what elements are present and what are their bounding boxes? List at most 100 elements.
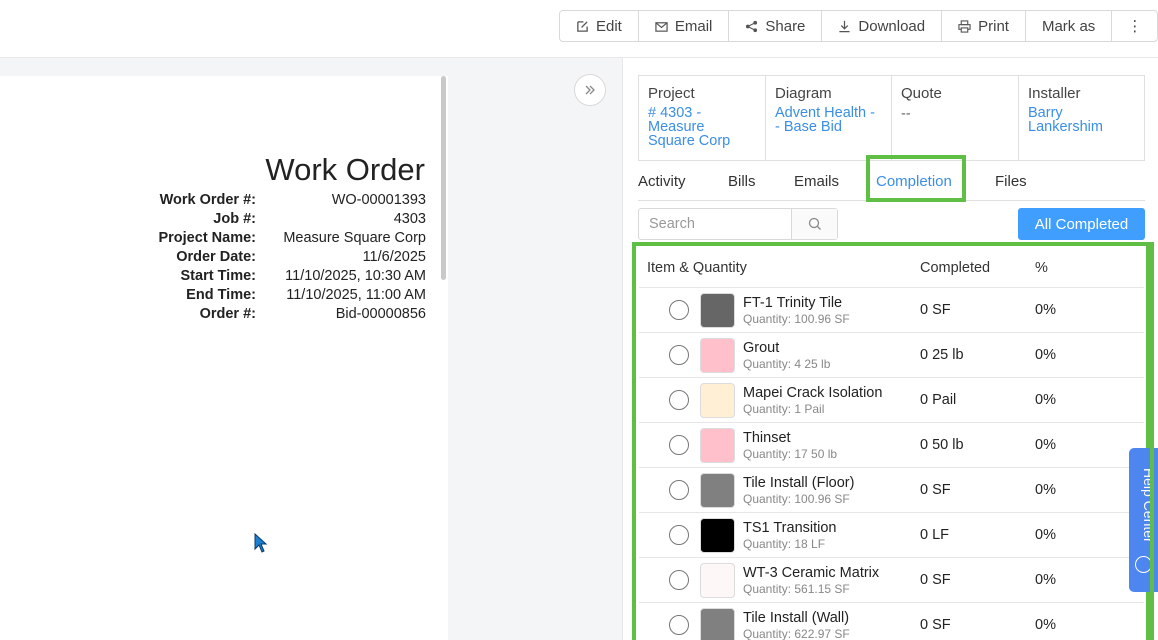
more-options-button[interactable]: ⋮: [1112, 11, 1157, 41]
complete-radio[interactable]: [669, 615, 689, 635]
table-row: WT-3 Ceramic Matrix Quantity: 561.15 SF 0 …: [639, 558, 1144, 603]
complete-radio[interactable]: [669, 525, 689, 545]
table-header: Item & Quantity Completed %: [639, 248, 1144, 288]
search-input[interactable]: [639, 209, 791, 239]
item-completed: 0 LF: [920, 527, 950, 543]
work-order-field-label: Order Date:: [176, 248, 256, 265]
item-color-swatch: [700, 562, 735, 598]
installer-cell: Installer Barry Lankershim: [1019, 76, 1144, 160]
share-icon: [746, 20, 758, 32]
item-completed: 0 Pail: [920, 392, 957, 408]
item-color-swatch: [700, 427, 735, 463]
share-button[interactable]: Share: [729, 11, 823, 41]
item-quantity: Quantity: 17 50 lb: [743, 446, 838, 461]
quote-cell: Quote --: [892, 76, 1019, 160]
table-body: FT-1 Trinity Tile Quantity: 100.96 SF 0 SF…: [639, 288, 1144, 640]
work-order-field-row: Work Order #: WO-00001393: [130, 190, 426, 209]
download-icon: [839, 20, 851, 32]
complete-radio[interactable]: [669, 390, 689, 410]
double-chevron-right-icon: [585, 85, 595, 95]
search-button[interactable]: [791, 209, 837, 239]
all-completed-button[interactable]: All Completed: [1018, 208, 1145, 240]
item-quantity: Quantity: 18 LF: [743, 536, 826, 551]
edit-icon: [577, 20, 588, 32]
tab-emails[interactable]: Emails: [794, 173, 839, 190]
complete-radio[interactable]: [669, 345, 689, 365]
work-order-field-value: WO-00001393: [331, 191, 426, 208]
item-name: Thinset: [743, 429, 791, 446]
complete-radio[interactable]: [669, 570, 689, 590]
collapse-panel-button[interactable]: [574, 74, 606, 106]
item-percent: 0%: [1035, 617, 1056, 633]
item-completed: 0 25 lb: [920, 347, 964, 363]
mark-as-label: Mark as: [1041, 17, 1096, 35]
table-row: Mapei Crack Isolation Quantity: 1 Pail 0 P…: [639, 378, 1144, 423]
work-order-field-value: Bid-00000856: [335, 305, 426, 322]
work-order-field-value: 4303: [393, 210, 426, 227]
email-button[interactable]: Email: [639, 11, 730, 41]
tab-bills[interactable]: Bills: [728, 173, 756, 190]
item-completed: 0 SF: [920, 302, 951, 318]
item-name: WT-3 Ceramic Matrix: [743, 564, 880, 581]
item-text: FT-1 Trinity Tile Quantity: 100.96 SF: [743, 295, 920, 326]
item-name: Mapei Crack Isolation: [743, 384, 883, 401]
item-quantity: Quantity: 561.15 SF: [743, 581, 850, 596]
item-completed: 0 SF: [920, 572, 951, 588]
work-order-field-label: Start Time:: [180, 267, 256, 284]
item-text: WT-3 Ceramic Matrix Quantity: 561.15 SF: [743, 565, 920, 596]
complete-radio[interactable]: [669, 300, 689, 320]
work-order-field-row: Order Date: 11/6/2025: [130, 247, 426, 266]
completion-tab-highlight: [866, 155, 966, 202]
tab-activity[interactable]: Activity: [638, 173, 686, 190]
installer-link-line: Lankershim: [1028, 119, 1103, 135]
diagram-link-line: Advent Health -: [775, 105, 875, 121]
completion-items-table: Item & Quantity Completed % FT-1 Trinity…: [639, 248, 1144, 640]
installer-link[interactable]: Barry Lankershim: [1028, 106, 1135, 135]
download-button[interactable]: Download: [822, 11, 943, 41]
email-label: Email: [674, 17, 713, 35]
item-text: TS1 Transition Quantity: 18 LF: [743, 520, 920, 551]
download-label: Download: [858, 17, 926, 35]
mark-as-button[interactable]: Mark as: [1026, 11, 1113, 41]
help-highlight-edge: [1150, 242, 1158, 640]
item-text: Thinset Quantity: 17 50 lb: [743, 430, 920, 461]
item-percent: 0%: [1035, 347, 1056, 363]
complete-radio[interactable]: [669, 480, 689, 500]
header-completed: Completed: [920, 259, 991, 276]
item-percent: 0%: [1035, 302, 1056, 318]
share-label: Share: [765, 17, 806, 35]
item-color-swatch: [700, 292, 735, 328]
item-quantity: Quantity: 1 Pail: [743, 401, 825, 416]
item-percent: 0%: [1035, 392, 1056, 408]
item-text: Grout Quantity: 4 25 lb: [743, 340, 920, 371]
work-order-field-row: Start Time: 11/10/2025, 10:30 AM: [130, 266, 426, 285]
project-link-line: Measure: [648, 119, 705, 135]
item-color-swatch: [700, 517, 735, 553]
more-icon: ⋮: [1127, 18, 1143, 35]
item-name: Grout: [743, 339, 780, 356]
installer-heading: Installer: [1028, 85, 1081, 102]
item-percent: 0%: [1035, 527, 1056, 543]
mouse-cursor-icon: [254, 533, 268, 553]
item-text: Tile Install (Wall) Quantity: 622.97 SF: [743, 610, 920, 640]
item-color-swatch: [700, 337, 735, 373]
item-percent: 0%: [1035, 572, 1056, 588]
work-order-field-value: 11/10/2025, 10:30 AM: [285, 267, 426, 284]
diagram-heading: Diagram: [775, 85, 832, 102]
print-button[interactable]: Print: [942, 11, 1026, 41]
edit-button[interactable]: Edit: [560, 11, 639, 41]
project-link[interactable]: # 4303 - Measure Square Corp: [648, 106, 756, 149]
document-scrollbar[interactable]: [441, 76, 446, 280]
item-percent: 0%: [1035, 437, 1056, 453]
item-color-swatch: [700, 382, 735, 418]
item-quantity: Quantity: 622.97 SF: [743, 626, 850, 640]
work-order-info-table: Project # 4303 - Measure Square Corp Dia…: [638, 75, 1145, 161]
work-order-field-row: Project Name: Measure Square Corp: [130, 228, 426, 247]
item-completed: 0 50 lb: [920, 437, 964, 453]
work-order-field-value: 11/10/2025, 11:00 AM: [286, 286, 426, 303]
work-order-title: Work Order: [265, 152, 425, 187]
item-color-swatch: [700, 472, 735, 508]
tab-files[interactable]: Files: [995, 173, 1027, 190]
complete-radio[interactable]: [669, 435, 689, 455]
diagram-link[interactable]: Advent Health - - Base Bid: [775, 105, 882, 135]
